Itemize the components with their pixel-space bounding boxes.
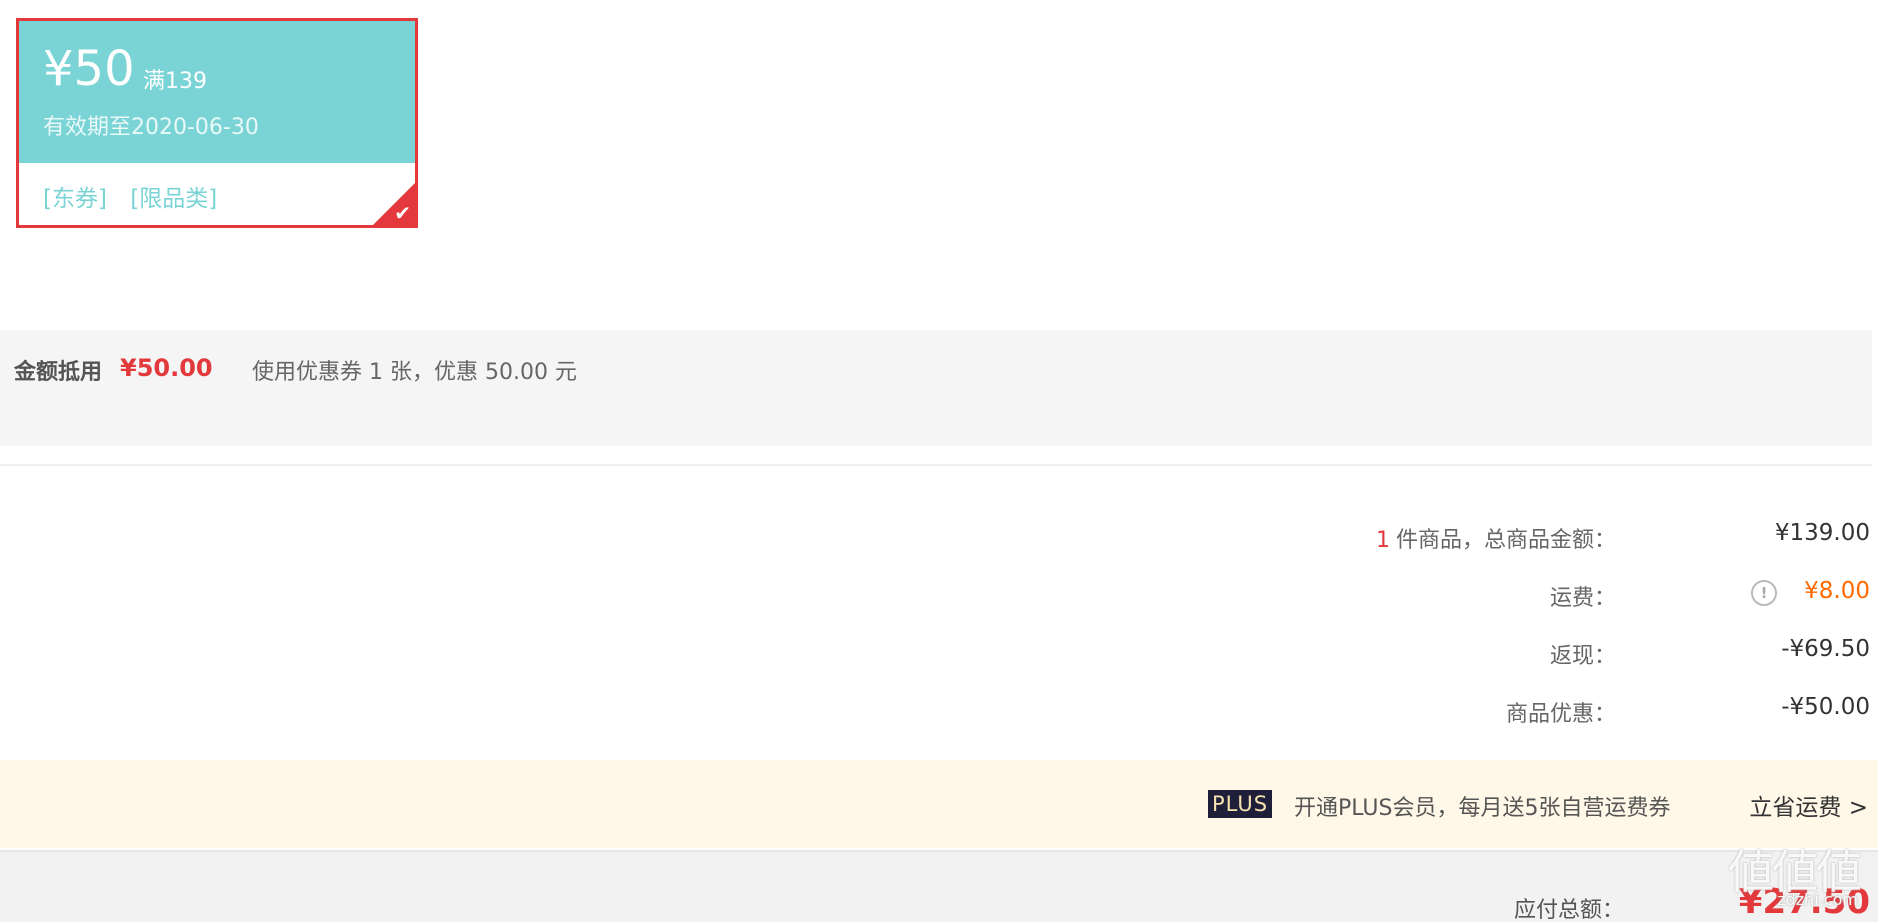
summary-amount: ¥50.00 [120, 354, 213, 382]
price-row-discount: 商品优惠： -¥50.00 [0, 688, 1872, 728]
coupon-threshold: 满139 [143, 69, 207, 94]
discount-value: -¥50.00 [1781, 694, 1870, 720]
summary-description: 使用优惠券 1 张，优惠 50.00 元 [252, 360, 577, 385]
summary-label: 金额抵用 [14, 360, 103, 385]
coupon-tag-category: [限品类] [130, 186, 218, 212]
cashback-label: 返现： [1549, 644, 1616, 669]
coupon-validity: 有效期至2020-06-30 [43, 115, 259, 140]
plus-promo-text: 开通PLUS会员，每月送5张自营运费券 [1294, 796, 1671, 821]
plus-badge: PLUS [1208, 790, 1273, 818]
coupon-tags: [东券] [限品类] [43, 179, 233, 213]
section-divider [0, 464, 1872, 466]
freight-label: 运费： [1549, 586, 1616, 611]
coupon-header: ¥50 满139 有效期至2020-06-30 [19, 21, 415, 163]
coupon-summary-band: 金额抵用 ¥50.00 使用优惠券 1 张，优惠 50.00 元 [0, 330, 1872, 446]
watermark-site: zdzhi.com [1777, 890, 1858, 909]
subtotal-value: ¥139.00 [1774, 520, 1870, 546]
coupon-card[interactable]: ¥50 满139 有效期至2020-06-30 [东券] [限品类] ✔ [16, 18, 418, 228]
info-icon[interactable]: ! [1751, 580, 1777, 606]
price-row-subtotal: 1 件商品，总商品金额： ¥139.00 [0, 514, 1872, 554]
price-row-cashback: 返现： -¥69.50 [0, 630, 1872, 670]
coupon-amount: ¥50 [43, 41, 135, 97]
item-count: 1 [1375, 528, 1390, 553]
total-band: 应付总额： ¥27.50 [0, 850, 1878, 923]
save-freight-link[interactable]: 立省运费 > [1749, 788, 1868, 822]
subtotal-label: 1 件商品，总商品金额： [1376, 522, 1616, 554]
cashback-value: -¥69.50 [1781, 636, 1870, 662]
total-label: 应付总额： [1513, 898, 1624, 923]
freight-value: ¥8.00 [1804, 578, 1870, 604]
coupon-tag-jd: [东券] [43, 186, 107, 212]
price-row-freight: 运费： ! ¥8.00 [0, 572, 1872, 612]
plus-promo-band: PLUS 开通PLUS会员，每月送5张自营运费券 立省运费 > [0, 760, 1878, 848]
discount-label: 商品优惠： [1505, 702, 1616, 727]
subtotal-label-text: 件商品，总商品金额： [1395, 528, 1616, 553]
checkmark-icon: ✔ [394, 201, 411, 225]
